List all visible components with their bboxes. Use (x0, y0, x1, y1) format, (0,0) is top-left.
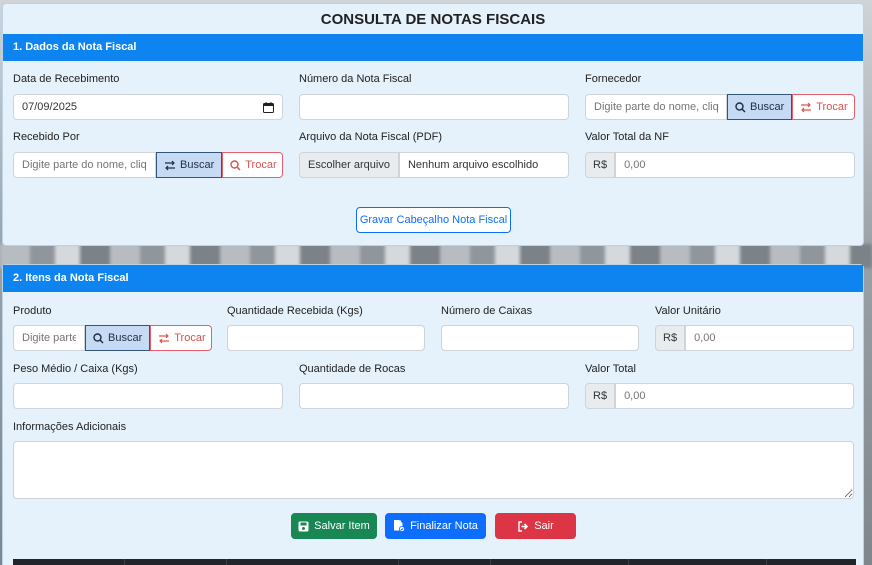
valor-unitario-label: Valor Unitário (655, 305, 721, 317)
arquivo-pdf-label: Arquivo da Nota Fiscal (PDF) (299, 131, 443, 143)
valor-total-nf-group: R$ (585, 152, 855, 178)
search-icon (230, 159, 241, 171)
valor-total-nf-input[interactable] (615, 152, 855, 178)
gravar-cabecalho-button[interactable]: Gravar Cabeçalho Nota Fiscal (356, 207, 511, 233)
recebido-por-buscar-label: Buscar (180, 159, 215, 171)
produto-trocar-button[interactable]: Trocar (150, 325, 212, 351)
peso-medio-input[interactable] (13, 383, 283, 409)
numero-nota-label: Número da Nota Fiscal (299, 73, 412, 85)
peso-medio-label: Peso Médio / Caixa (Kgs) (13, 363, 138, 375)
data-recebimento-value: 07/09/2025 (22, 101, 78, 113)
data-recebimento-label: Data de Recebimento (13, 73, 120, 85)
currency-addon: R$ (655, 325, 686, 351)
sair-label: Sair (534, 520, 554, 532)
salvar-item-label: Salvar Item (314, 520, 370, 532)
choose-file-button[interactable]: Escolher arquivo (299, 152, 399, 178)
valor-total-nf-label: Valor Total da NF (585, 131, 669, 143)
finalizar-nota-label: Finalizar Nota (410, 520, 478, 532)
info-adicionais-label: Informações Adicionais (13, 421, 127, 433)
info-adicionais-textarea[interactable] (13, 441, 854, 499)
file-name-text: Nenhum arquivo escolhido (398, 152, 569, 178)
numero-caixas-input[interactable] (441, 325, 639, 351)
fornecedor-input-group: Buscar Trocar (585, 94, 855, 120)
finalizar-nota-button[interactable]: Finalizar Nota (385, 513, 486, 539)
section-header-itens: 2. Itens da Nota Fiscal (3, 265, 863, 292)
fornecedor-trocar-button[interactable]: Trocar (792, 94, 855, 120)
table-header-cell (13, 559, 125, 565)
produto-buscar-label: Buscar (108, 332, 143, 344)
table-header-cell (399, 559, 491, 565)
fornecedor-input[interactable] (585, 94, 727, 120)
quantidade-recebida-label: Quantidade Recebida (Kgs) (227, 305, 363, 317)
produto-input[interactable] (13, 325, 85, 351)
swap-icon (164, 160, 176, 171)
save-icon (298, 521, 309, 532)
calendar-icon[interactable] (263, 101, 274, 113)
fornecedor-buscar-label: Buscar (750, 101, 785, 113)
recebido-por-input[interactable] (13, 152, 156, 178)
table-header-cell (125, 559, 227, 565)
currency-addon: R$ (585, 152, 616, 178)
fornecedor-label: Fornecedor (585, 73, 642, 85)
file-check-icon (393, 520, 406, 532)
recebido-por-buscar-button[interactable]: Buscar (156, 152, 223, 178)
page-title: CONSULTA DE NOTAS FISCAIS (320, 11, 546, 28)
items-table-header (13, 559, 856, 565)
search-icon (735, 101, 746, 113)
table-header-cell (767, 559, 856, 565)
produto-label: Produto (13, 305, 52, 317)
numero-caixas-label: Número de Caixas (441, 305, 533, 317)
itens-nota-card: 2. Itens da Nota Fiscal Produto Buscar T… (2, 264, 864, 565)
salvar-item-button[interactable]: Salvar Item (291, 513, 377, 539)
numero-nota-input[interactable] (299, 94, 569, 120)
recebido-por-trocar-label: Trocar (245, 159, 277, 171)
nota-fiscal-card: CONSULTA DE NOTAS FISCAIS 1. Dados da No… (2, 3, 864, 246)
data-recebimento-input[interactable]: 07/09/2025 (13, 94, 283, 120)
quantidade-recebida-input[interactable] (227, 325, 425, 351)
produto-buscar-button[interactable]: Buscar (85, 325, 151, 351)
sign-out-icon (517, 520, 529, 532)
section-header-dados: 1. Dados da Nota Fiscal (3, 34, 863, 61)
produto-input-group: Buscar Trocar (13, 325, 212, 351)
valor-total-label: Valor Total (585, 363, 636, 375)
recebido-por-trocar-button[interactable]: Trocar (222, 152, 283, 178)
fornecedor-buscar-button[interactable]: Buscar (727, 94, 793, 120)
table-header-cell (491, 559, 629, 565)
recebido-por-input-group: Buscar Trocar (13, 152, 283, 178)
fornecedor-trocar-label: Trocar (816, 101, 848, 113)
produto-trocar-label: Trocar (174, 332, 206, 344)
table-header-cell (227, 559, 399, 565)
valor-total-input[interactable] (615, 383, 854, 409)
valor-unitario-group: R$ (655, 325, 854, 351)
recebido-por-label: Recebido Por (13, 131, 80, 143)
search-icon (93, 332, 104, 344)
valor-unitario-input[interactable] (685, 325, 854, 351)
arquivo-pdf-input[interactable]: Escolher arquivo Nenhum arquivo escolhid… (299, 152, 569, 178)
valor-total-group: R$ (585, 383, 854, 409)
quantidade-rocas-label: Quantidade de Rocas (299, 363, 406, 375)
quantidade-rocas-input[interactable] (299, 383, 569, 409)
swap-icon (158, 333, 170, 344)
table-header-cell (629, 559, 767, 565)
swap-icon (800, 102, 812, 113)
sair-button[interactable]: Sair (495, 513, 576, 539)
currency-addon: R$ (585, 383, 616, 409)
